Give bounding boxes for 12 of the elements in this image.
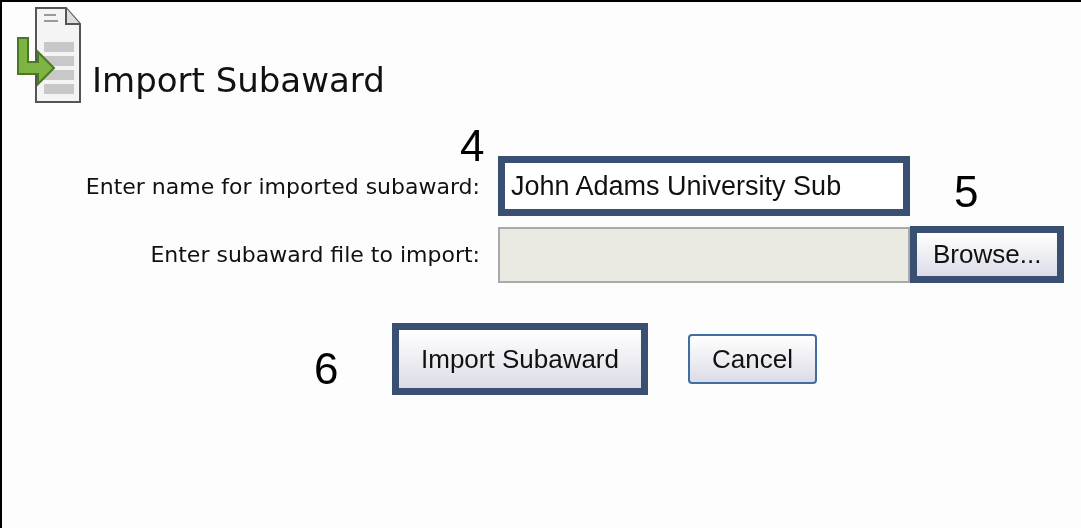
- import-button[interactable]: Import Subaward: [392, 323, 648, 395]
- field-label: Enter subaward file to import:: [149, 242, 481, 267]
- document-import-icon: [16, 6, 82, 104]
- page-title: Import Subaward: [92, 60, 385, 100]
- cancel-button[interactable]: Cancel: [688, 334, 817, 384]
- file-field[interactable]: [498, 226, 910, 283]
- name-field[interactable]: John Adams University Sub: [498, 156, 910, 216]
- callout-number: 4: [460, 124, 485, 168]
- callout-number: 6: [314, 347, 339, 391]
- field-label: Enter name for imported subaward:: [84, 173, 481, 199]
- browse-button[interactable]: Browse...: [910, 226, 1065, 283]
- callout-number: 5: [954, 170, 979, 214]
